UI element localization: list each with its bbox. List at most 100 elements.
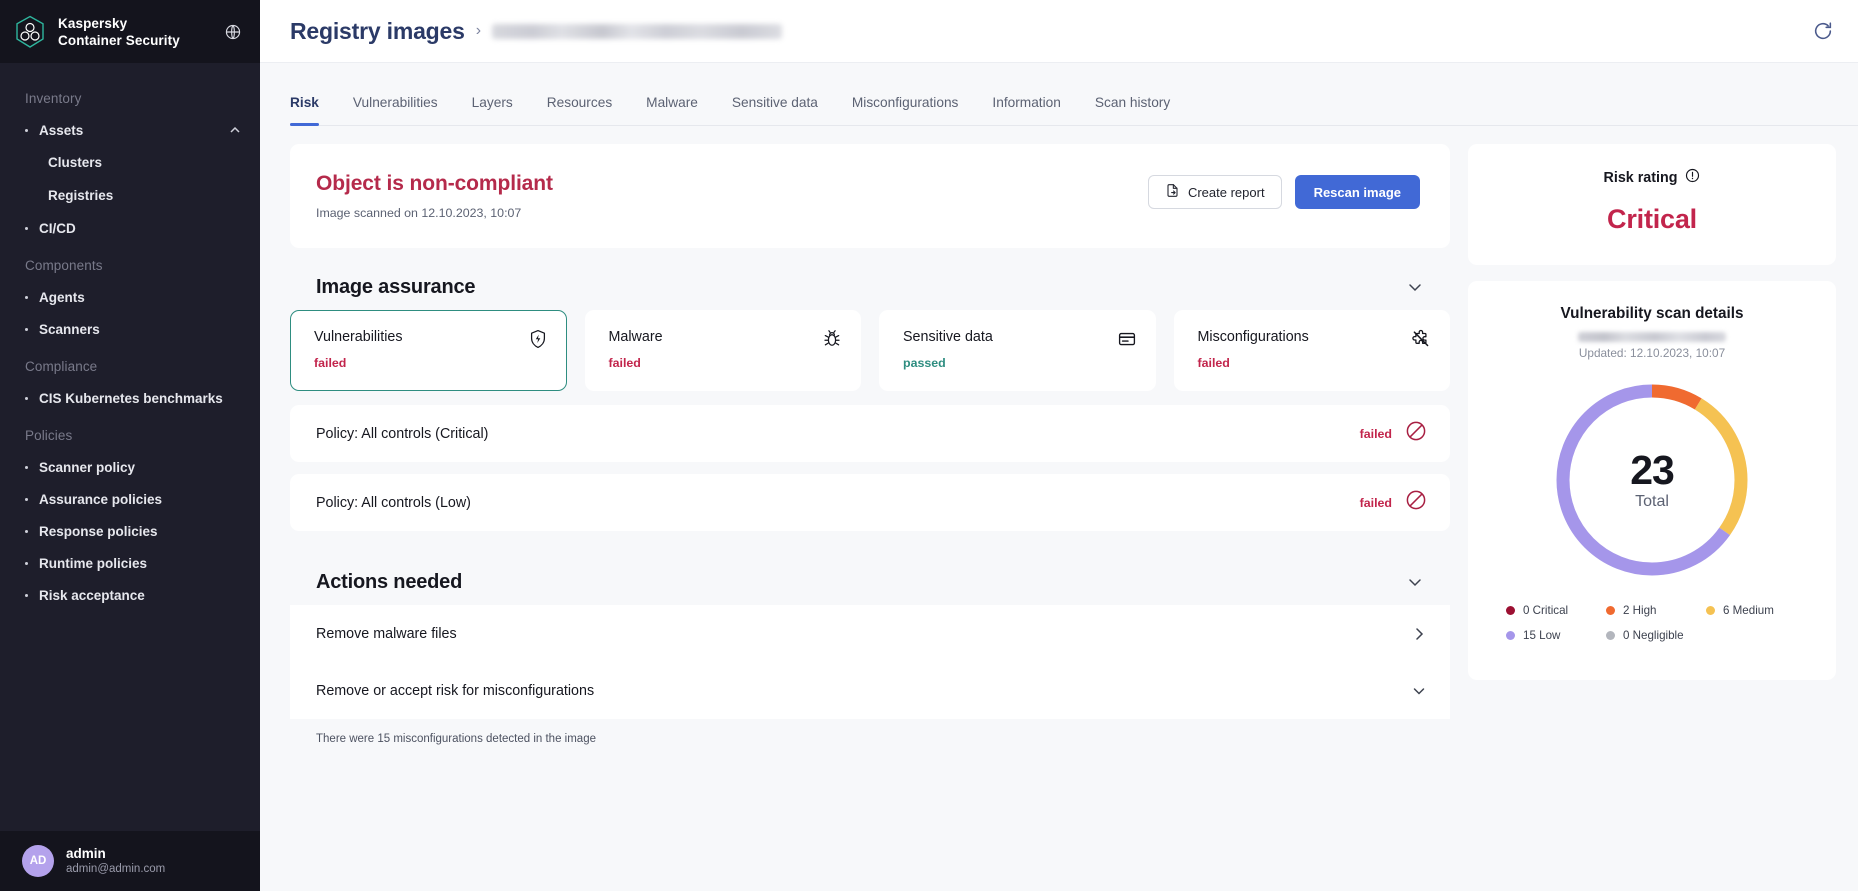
chevron-up-icon[interactable]: [228, 123, 242, 137]
vulnerability-scan-details-card: Vulnerability scan details Updated: 12.1…: [1468, 281, 1836, 680]
legend-label: 0 Critical: [1523, 604, 1569, 617]
sidebar-item-risk-acceptance[interactable]: Risk acceptance: [0, 579, 260, 611]
sidebar-item-agents[interactable]: Agents: [0, 281, 260, 313]
tab-sensitive-data[interactable]: Sensitive data: [732, 95, 838, 125]
chevron-down-icon[interactable]: [1411, 683, 1427, 699]
sidebar: Kaspersky Container Security Inventory A…: [0, 0, 260, 891]
policy-row[interactable]: Policy: All controls (Low) failed: [290, 474, 1450, 531]
tab-information[interactable]: Information: [992, 95, 1080, 125]
sidebar-item-cicd[interactable]: CI/CD: [0, 212, 260, 244]
breadcrumb-separator: ›: [475, 22, 482, 39]
image-assurance-header: Image assurance: [290, 264, 1450, 310]
sidebar-item-label: Runtime policies: [39, 555, 148, 571]
tab-list: Risk Vulnerabilities Layers Resources Ma…: [290, 63, 1858, 126]
sidebar-item-label: Scanner policy: [39, 459, 136, 475]
donut-center-label: 23 Total: [1550, 378, 1754, 582]
assurance-card-sensitive-data[interactable]: Sensitive data passed: [879, 310, 1156, 391]
blocked-icon: [1405, 489, 1427, 516]
assurance-card-state: failed: [314, 356, 347, 370]
action-row-remove-malware-files[interactable]: Remove malware files: [290, 605, 1450, 662]
assurance-card-state: failed: [608, 356, 641, 370]
sidebar-item-label: Risk acceptance: [39, 587, 145, 603]
bullet-icon: [25, 226, 28, 230]
tab-malware[interactable]: Malware: [646, 95, 718, 125]
shield-bolt-icon: [528, 329, 548, 349]
top-bar: Registry images ›: [260, 0, 1858, 63]
tab-risk[interactable]: Risk: [290, 95, 339, 126]
assurance-card-state: failed: [1197, 356, 1230, 370]
tab-layers[interactable]: Layers: [472, 95, 533, 125]
globe-icon[interactable]: [222, 21, 244, 43]
scan-details-title: Vulnerability scan details: [1560, 305, 1744, 322]
sidebar-item-registries[interactable]: Registries: [0, 179, 260, 212]
actions-needed-header: Actions needed: [290, 559, 1450, 605]
sidebar-item-runtime-policies[interactable]: Runtime policies: [0, 547, 260, 579]
donut-legend: 0 Critical 2 High 6 Medium 15 Low 0 Negl…: [1488, 588, 1816, 654]
create-report-label: Create report: [1187, 184, 1265, 200]
assurance-card-name: Vulnerabilities: [314, 329, 403, 345]
sidebar-item-response-policies[interactable]: Response policies: [0, 515, 260, 547]
refresh-icon[interactable]: [1810, 18, 1836, 44]
sidebar-item-label: Response policies: [39, 523, 158, 539]
sidebar-item-label: Assurance policies: [39, 491, 163, 507]
right-column: Risk rating Critical Vulnerability scan …: [1468, 144, 1836, 891]
legend-label: 6 Medium: [1722, 604, 1774, 617]
sidebar-item-label: Assets: [39, 122, 84, 138]
tabs-bar: Risk Vulnerabilities Layers Resources Ma…: [260, 63, 1858, 126]
assurance-card-malware[interactable]: Malware failed: [584, 310, 861, 391]
tab-vulnerabilities[interactable]: Vulnerabilities: [353, 95, 458, 125]
info-circle-icon[interactable]: [1685, 168, 1700, 188]
sidebar-item-assets[interactable]: Assets: [0, 114, 260, 146]
legend-dot: [1605, 606, 1615, 615]
nav-group-compliance-title: Compliance: [25, 359, 98, 374]
actions-needed-title: Actions needed: [316, 570, 463, 593]
rescan-image-button[interactable]: Rescan image: [1294, 175, 1420, 209]
chevron-down-icon[interactable]: [1406, 573, 1424, 591]
bug-icon: [822, 329, 842, 349]
tab-scan-history[interactable]: Scan history: [1095, 95, 1190, 125]
legend-item-low: 15 Low: [1506, 629, 1606, 642]
policy-name: Policy: All controls (Critical): [316, 425, 489, 442]
assurance-card-list: Vulnerabilities failed Malware failed Se…: [290, 310, 1450, 391]
assurance-card-misconfigurations[interactable]: Misconfigurations failed: [1173, 310, 1450, 391]
action-row-remove-or-accept-risk[interactable]: Remove or accept risk for misconfigurati…: [290, 662, 1450, 719]
nav-group-components-title: Components: [25, 258, 103, 273]
assurance-card-vulnerabilities[interactable]: Vulnerabilities failed: [290, 310, 567, 391]
bullet-icon: [25, 327, 28, 331]
compliance-status-title: Object is non-compliant: [316, 172, 553, 195]
sidebar-item-scanners[interactable]: Scanners: [0, 313, 260, 345]
legend-dot: [1506, 606, 1515, 615]
sidebar-item-cis-kubernetes-benchmarks[interactable]: CIS Kubernetes benchmarks: [0, 382, 260, 414]
scan-timestamp: Image scanned on 12.10.2023, 10:07: [316, 206, 522, 220]
bullet-icon: [25, 128, 28, 132]
tab-misconfigurations[interactable]: Misconfigurations: [852, 95, 979, 125]
policy-row[interactable]: Policy: All controls (Critical) failed: [290, 405, 1450, 462]
legend-item-critical: 0 Critical: [1506, 604, 1606, 617]
user-name: admin: [66, 846, 106, 861]
user-account-bar[interactable]: AD admin admin@admin.com: [0, 831, 260, 891]
assurance-card-name: Malware: [608, 329, 663, 345]
avatar: AD: [22, 845, 54, 877]
chevron-down-icon[interactable]: [1406, 278, 1424, 296]
puzzle-slash-icon: [1411, 329, 1431, 349]
sidebar-item-clusters[interactable]: Clusters: [0, 146, 260, 179]
brand-line-1: Kaspersky: [58, 15, 128, 31]
bullet-icon: [25, 593, 28, 597]
bullet-icon: [25, 561, 28, 565]
breadcrumb-root[interactable]: Registry images: [290, 18, 465, 45]
create-report-button[interactable]: Create report: [1147, 175, 1282, 209]
tab-resources[interactable]: Resources: [547, 95, 632, 125]
chevron-right-icon[interactable]: [1411, 626, 1427, 642]
sidebar-item-label: Agents: [39, 289, 85, 305]
sidebar-item-label: Scanners: [39, 321, 100, 337]
risk-rating-card: Risk rating Critical: [1468, 144, 1836, 265]
risk-rating-value: Critical: [1607, 204, 1697, 234]
sidebar-item-scanner-policy[interactable]: Scanner policy: [0, 451, 260, 483]
actions-needed-section: Actions needed Remove malware files Remo…: [290, 559, 1450, 761]
left-column: Object is non-compliant Image scanned on…: [290, 144, 1450, 891]
sidebar-item-assurance-policies[interactable]: Assurance policies: [0, 483, 260, 515]
policy-name: Policy: All controls (Low): [316, 494, 471, 511]
donut-total-label: Total: [1635, 493, 1669, 510]
bullet-icon: [25, 295, 28, 299]
content-area: Object is non-compliant Image scanned on…: [260, 126, 1858, 891]
